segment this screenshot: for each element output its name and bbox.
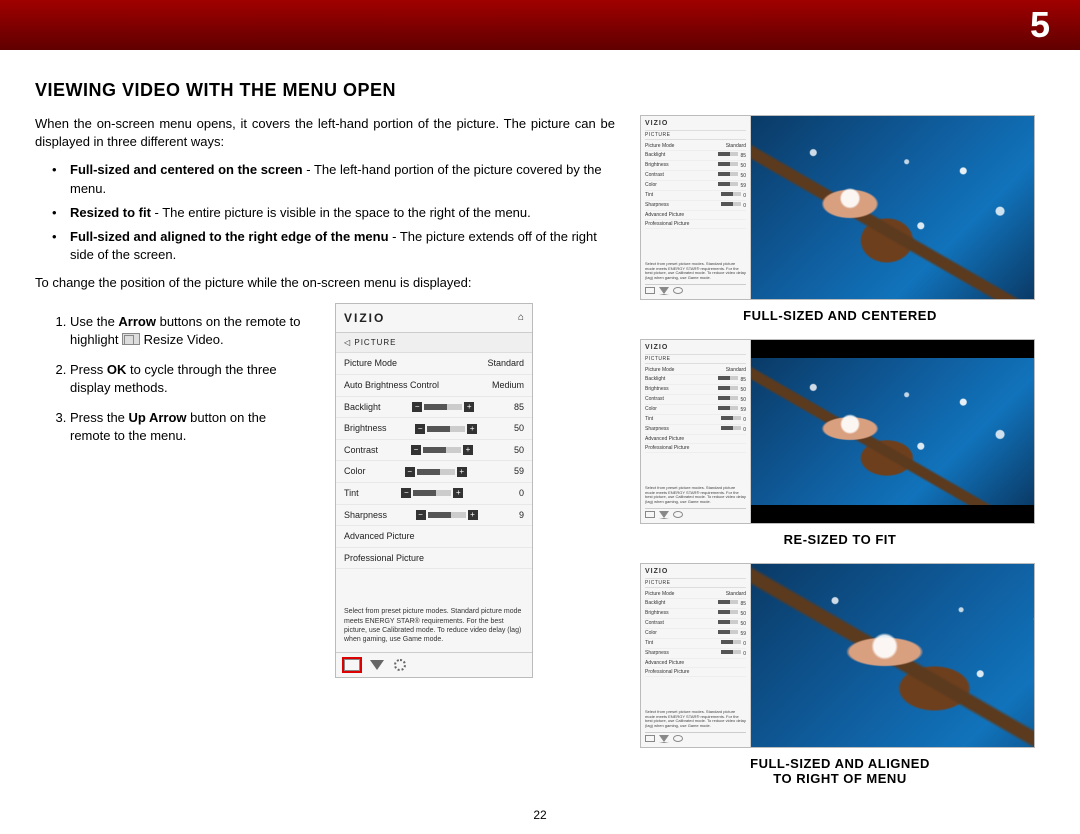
- osd-slider-row: Sharpness−+9: [336, 505, 532, 527]
- instruction-step: Use the Arrow buttons on the remote to h…: [70, 313, 315, 349]
- osd-slider-row: Brightness−+50: [336, 418, 532, 440]
- mini-osd: VIZIO PICTURE Picture ModeStandardBackli…: [641, 116, 751, 299]
- page-body: VIEWING VIDEO WITH THE MENU OPEN When th…: [0, 50, 1080, 832]
- chapter-header-bar: 5: [0, 0, 1080, 50]
- chevron-down-icon: [370, 660, 384, 670]
- left-column: When the on-screen menu opens, it covers…: [35, 115, 615, 802]
- caption-centered: FULL-SIZED AND CENTERED: [640, 308, 1040, 323]
- osd-slider-row: Color−+59: [336, 461, 532, 483]
- intro-paragraph: When the on-screen menu opens, it covers…: [35, 115, 615, 151]
- display-mode-item: Full-sized and centered on the screen - …: [70, 161, 615, 197]
- back-chevron-icon: ◁: [344, 338, 354, 347]
- display-modes-list: Full-sized and centered on the screen - …: [35, 161, 615, 264]
- mini-osd: VIZIO PICTURE Picture ModeStandardBackli…: [641, 340, 751, 523]
- osd-submenu-row: Advanced Picture: [336, 526, 532, 548]
- page-number: 22: [35, 808, 1045, 822]
- gear-icon: [394, 659, 406, 671]
- osd-submenu-row: Professional Picture: [336, 548, 532, 570]
- example-resized: VIZIO PICTURE Picture ModeStandardBackli…: [640, 339, 1035, 524]
- caption-aligned: FULL-SIZED AND ALIGNED TO RIGHT OF MENU: [640, 756, 1040, 786]
- right-column: VIZIO PICTURE Picture ModeStandardBackli…: [640, 115, 1040, 802]
- instruction-step: Press OK to cycle through the three disp…: [70, 361, 315, 397]
- display-mode-item: Resized to fit - The entire picture is v…: [70, 204, 615, 222]
- osd-slider-row: Tint−+0: [336, 483, 532, 505]
- osd-picture-menu: VIZIO ⌂ ◁ PICTURE Picture ModeStandardAu…: [335, 303, 533, 678]
- example-full-centered: VIZIO PICTURE Picture ModeStandardBackli…: [640, 115, 1035, 300]
- resize-video-icon: [122, 333, 140, 345]
- video-thumbnail: [751, 564, 1034, 747]
- mini-osd: VIZIO PICTURE Picture ModeStandardBackli…: [641, 564, 751, 747]
- osd-brand: VIZIO: [344, 310, 385, 327]
- caption-resized: RE-SIZED TO FIT: [640, 532, 1040, 547]
- home-icon: ⌂: [518, 311, 524, 325]
- display-mode-item: Full-sized and aligned to the right edge…: [70, 228, 615, 264]
- steps-list: Use the Arrow buttons on the remote to h…: [35, 313, 315, 446]
- osd-row: Picture ModeStandard: [336, 353, 532, 375]
- example-aligned-right: VIZIO PICTURE Picture ModeStandardBackli…: [640, 563, 1035, 748]
- video-thumbnail: [751, 116, 1034, 299]
- section-heading: VIEWING VIDEO WITH THE MENU OPEN: [35, 80, 1045, 101]
- osd-hint-text: Select from preset picture modes. Standa…: [336, 599, 532, 651]
- osd-slider-row: Backlight−+85: [336, 397, 532, 419]
- osd-category: PICTURE: [354, 338, 396, 347]
- instruction-step: Press the Up Arrow button on the remote …: [70, 409, 315, 445]
- resize-video-icon: [344, 659, 360, 671]
- video-thumbnail: [751, 358, 1034, 504]
- chapter-number: 5: [1030, 4, 1050, 46]
- osd-footer-icons: [336, 652, 532, 677]
- osd-row: Auto Brightness ControlMedium: [336, 375, 532, 397]
- osd-slider-row: Contrast−+50: [336, 440, 532, 462]
- transition-paragraph: To change the position of the picture wh…: [35, 274, 615, 292]
